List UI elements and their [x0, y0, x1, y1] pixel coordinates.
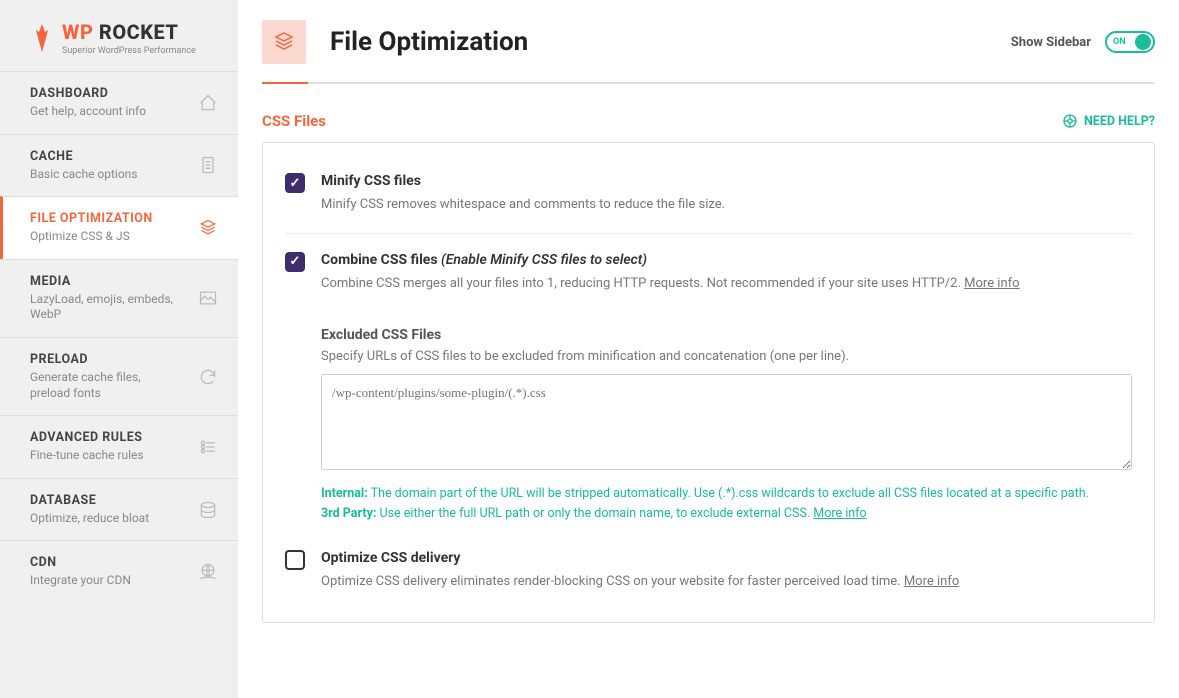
document-icon [198, 155, 218, 175]
database-icon [198, 500, 218, 520]
sidebar-item-desc: Optimize, reduce bloat [30, 511, 149, 527]
combine-css-checkbox[interactable] [285, 252, 305, 272]
option-title: Optimize CSS delivery [321, 550, 1132, 566]
more-info-link[interactable]: More info [813, 506, 866, 521]
help-label: NEED HELP? [1084, 114, 1155, 129]
sidebar-item-desc: Get help, account info [30, 104, 146, 120]
excluded-css-section: Excluded CSS Files Specify URLs of CSS f… [321, 327, 1132, 524]
sidebar-item-label: CACHE [30, 149, 138, 164]
option-title: Minify CSS files [321, 173, 1132, 189]
refresh-icon [198, 367, 218, 387]
rocket-logo-icon [30, 24, 54, 52]
sidebar-item-dashboard[interactable]: DASHBOARD Get help, account info [0, 71, 238, 134]
more-info-link[interactable]: More info [904, 574, 959, 589]
option-desc: Optimize CSS delivery eliminates render-… [321, 572, 1132, 592]
image-icon [198, 288, 218, 308]
sidebar-item-database[interactable]: DATABASE Optimize, reduce bloat [0, 478, 238, 541]
sidebar-item-label: FILE OPTIMIZATION [30, 211, 153, 226]
need-help-link[interactable]: NEED HELP? [1062, 113, 1155, 129]
excluded-title: Excluded CSS Files [321, 327, 1132, 343]
sidebar-item-desc: Generate cache files, preload fonts [30, 370, 180, 401]
show-sidebar-label: Show Sidebar [1011, 35, 1091, 50]
page-header: File Optimization Show Sidebar ON [262, 20, 1155, 64]
logo: WP ROCKET Superior WordPress Performance [0, 0, 238, 71]
sidebar-item-cdn[interactable]: CDN Integrate your CDN [0, 540, 238, 603]
sidebar-item-desc: LazyLoad, emojis, embeds, WebP [30, 292, 180, 323]
sliders-icon [198, 437, 218, 457]
sidebar-item-desc: Integrate your CDN [30, 573, 131, 589]
sidebar-item-label: DASHBOARD [30, 86, 146, 101]
page-title: File Optimization [330, 27, 528, 57]
layers-icon [272, 30, 296, 54]
header-icon [262, 20, 306, 64]
option-desc: Minify CSS removes whitespace and commen… [321, 195, 1132, 215]
excluded-note: Internal: The domain part of the URL wil… [321, 484, 1132, 524]
sidebar-item-label: PRELOAD [30, 352, 180, 367]
sidebar-item-label: CDN [30, 555, 131, 570]
layers-icon [198, 218, 218, 238]
help-icon [1062, 113, 1078, 129]
excluded-desc: Specify URLs of CSS files to be excluded… [321, 349, 1132, 364]
option-optimize-css-delivery: Optimize CSS delivery Optimize CSS deliv… [285, 540, 1132, 602]
sidebar-item-desc: Fine-tune cache rules [30, 448, 144, 464]
sidebar-item-preload[interactable]: PRELOAD Generate cache files, preload fon… [0, 337, 238, 415]
sidebar-item-cache[interactable]: CACHE Basic cache options [0, 134, 238, 197]
sidebar-item-label: DATABASE [30, 493, 149, 508]
optimize-css-checkbox[interactable] [285, 550, 305, 570]
sidebar-item-label: MEDIA [30, 274, 180, 289]
section-title: CSS Files [262, 112, 326, 130]
option-combine-css: Combine CSS files (Enable Minify CSS fil… [285, 233, 1132, 304]
excluded-css-textarea[interactable] [321, 374, 1132, 470]
toggle-on-label: ON [1113, 37, 1126, 47]
sidebar-item-desc: Basic cache options [30, 167, 138, 183]
sidebar-item-desc: Optimize CSS & JS [30, 229, 153, 245]
tab-indicator [262, 82, 1155, 84]
sidebar-item-media[interactable]: MEDIA LazyLoad, emojis, embeds, WebP [0, 259, 238, 337]
main-content: File Optimization Show Sidebar ON CSS Fi… [238, 0, 1179, 698]
sidebar: WP ROCKET Superior WordPress Performance… [0, 0, 238, 698]
sidebar-item-label: ADVANCED RULES [30, 430, 144, 445]
more-info-link[interactable]: More info [964, 276, 1019, 291]
section-header: CSS Files NEED HELP? [262, 112, 1155, 130]
logo-text: WP ROCKET [62, 20, 196, 44]
show-sidebar-toggle[interactable]: ON [1105, 31, 1155, 53]
sidebar-item-advanced-rules[interactable]: ADVANCED RULES Fine-tune cache rules [0, 415, 238, 478]
option-desc: Combine CSS merges all your files into 1… [321, 274, 1132, 294]
logo-tagline: Superior WordPress Performance [62, 46, 196, 56]
option-minify-css: Minify CSS files Minify CSS removes whit… [285, 163, 1132, 225]
minify-css-checkbox[interactable] [285, 173, 305, 193]
option-title: Combine CSS files (Enable Minify CSS fil… [321, 252, 1132, 268]
home-icon [198, 93, 218, 113]
sidebar-item-file-optimization[interactable]: FILE OPTIMIZATION Optimize CSS & JS [0, 196, 238, 259]
css-options-card: Minify CSS files Minify CSS removes whit… [262, 142, 1155, 623]
toggle-knob [1135, 34, 1151, 50]
globe-icon [198, 562, 218, 582]
